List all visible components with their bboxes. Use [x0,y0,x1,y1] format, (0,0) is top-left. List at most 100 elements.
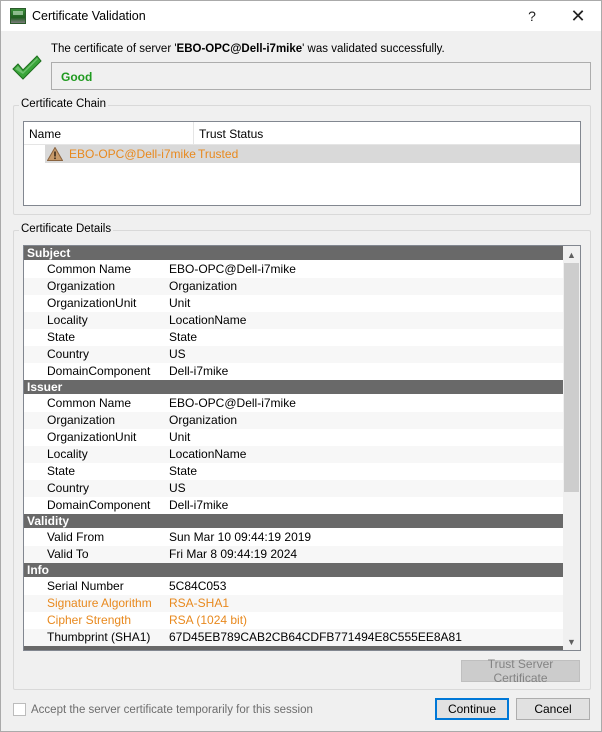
detail-key: Locality [47,313,88,327]
scroll-thumb[interactable] [564,263,579,492]
detail-row[interactable]: Thumbprint (SHA1) 67D45EB789CAB2CB64CDFB7… [24,629,563,646]
detail-key: DomainComponent [47,498,151,512]
detail-key: Country [47,481,90,495]
detail-row[interactable]: OrganizationUnit Unit [24,295,563,312]
detail-key: Common Name [47,396,132,410]
detail-value: Organization [169,413,238,427]
detail-row[interactable]: OrganizationUnit Unit [24,429,563,446]
server-name: EBO-OPC@Dell-i7mike [176,43,303,55]
detail-row[interactable]: DomainComponent Dell-i7mike [24,497,563,514]
section-header-validity[interactable]: Validity [24,514,563,529]
column-separator[interactable] [193,122,194,144]
section-header-issuer[interactable]: Issuer [24,380,563,395]
detail-row[interactable]: Common Name EBO-OPC@Dell-i7mike [24,261,563,278]
detail-key: OrganizationUnit [47,296,137,310]
detail-value: Unit [169,296,191,310]
title-bar: Certificate Validation ? ✕ [1,1,601,31]
checkmark-icon [12,55,42,80]
chain-list-header: Name Trust Status [24,122,580,145]
detail-value: LocationName [169,447,247,461]
app-icon [10,8,26,24]
detail-key: Signature Algorithm [47,596,152,610]
details-scrollbar[interactable]: ▲ ▼ [563,246,580,650]
status-text: Good [61,70,93,84]
detail-key: Organization [47,279,116,293]
section-header-partial[interactable] [24,646,563,650]
detail-value: EBO-OPC@Dell-i7mike [169,396,296,410]
accept-temporarily-option[interactable]: Accept the server certificate temporaril… [13,703,313,716]
detail-value: Organization [169,279,238,293]
certificate-validation-dialog: Certificate Validation ? ✕ The certifica… [0,0,602,732]
detail-row[interactable]: Valid From Sun Mar 10 09:44:19 2019 [24,529,563,546]
detail-key: State [47,464,76,478]
detail-key: Valid To [47,547,89,561]
detail-key: State [47,330,76,344]
detail-value: RSA (1024 bit) [169,613,248,627]
detail-value: Sun Mar 10 09:44:19 2019 [169,530,312,544]
certificate-chain-list[interactable]: Name Trust Status EBO-OPC@Dell-i7mike Tr… [23,121,581,206]
details-rows: Subject Common Name EBO-OPC@Dell-i7mike O… [24,246,563,650]
detail-row[interactable]: Organization Organization [24,412,563,429]
detail-key: Serial Number [47,579,124,593]
detail-value: US [169,347,186,361]
detail-key: Valid From [47,530,105,544]
detail-value: State [169,330,198,344]
detail-row[interactable]: Locality LocationName [24,312,563,329]
message-prefix: The certificate of server ' [51,43,177,55]
detail-row-warning[interactable]: Cipher Strength RSA (1024 bit) [24,612,563,629]
detail-row[interactable]: Country US [24,480,563,497]
detail-key: Common Name [47,262,132,276]
accept-temporarily-checkbox[interactable] [13,703,26,716]
detail-value: US [169,481,186,495]
detail-row[interactable]: State State [24,329,563,346]
detail-key: Country [47,347,90,361]
trust-server-certificate-button[interactable]: Trust Server Certificate [461,657,580,685]
detail-row[interactable]: Common Name EBO-OPC@Dell-i7mike [24,395,563,412]
detail-key: Locality [47,447,88,461]
detail-row[interactable]: DomainComponent Dell-i7mike [24,363,563,380]
detail-value: 5C84C053 [169,579,227,593]
warning-icon [47,147,63,161]
status-box: Good [51,62,591,90]
scroll-up-icon[interactable]: ▲ [563,246,580,263]
help-button[interactable]: ? [509,1,555,31]
message-suffix: ' was validated successfully. [302,43,445,55]
certificate-details-grid[interactable]: Subject Common Name EBO-OPC@Dell-i7mike O… [23,245,581,651]
cancel-button[interactable]: Cancel [516,698,590,720]
detail-key: Cipher Strength [47,613,132,627]
chain-row[interactable]: EBO-OPC@Dell-i7mike Trusted [45,145,580,163]
detail-value: State [169,464,198,478]
detail-value: Unit [169,430,191,444]
chain-row-trust-status: Trusted [198,147,239,161]
column-header-name[interactable]: Name [29,127,61,141]
continue-button[interactable]: Continue [435,698,509,720]
column-header-trust-status[interactable]: Trust Status [199,127,263,141]
detail-value: RSA-SHA1 [169,596,230,610]
close-button[interactable]: ✕ [555,1,601,31]
certificate-details-title: Certificate Details [19,223,114,235]
detail-row[interactable]: Valid To Fri Mar 8 09:44:19 2024 [24,546,563,563]
window-title: Certificate Validation [32,9,146,23]
detail-row[interactable]: Locality LocationName [24,446,563,463]
detail-value: LocationName [169,313,247,327]
detail-row[interactable]: Country US [24,346,563,363]
detail-value: Fri Mar 8 09:44:19 2024 [169,547,298,561]
section-header-subject[interactable]: Subject [24,246,563,261]
detail-row[interactable]: Serial Number 5C84C053 [24,578,563,595]
certificate-chain-title: Certificate Chain [19,98,109,110]
accept-temporarily-label[interactable]: Accept the server certificate temporaril… [31,704,313,716]
detail-value: Dell-i7mike [169,498,229,512]
scroll-down-icon[interactable]: ▼ [563,633,580,650]
detail-value: 67D45EB789CAB2CB64CDFB771494E8C555EE8A81 [169,630,462,644]
detail-value: Dell-i7mike [169,364,229,378]
detail-row[interactable]: State State [24,463,563,480]
detail-key: Thumbprint (SHA1) [47,630,151,644]
detail-value: EBO-OPC@Dell-i7mike [169,262,296,276]
detail-row[interactable]: Organization Organization [24,278,563,295]
detail-key: Organization [47,413,116,427]
detail-row-warning[interactable]: Signature Algorithm RSA-SHA1 [24,595,563,612]
detail-key: OrganizationUnit [47,430,137,444]
validation-message: The certificate of server 'EBO-OPC@Dell-… [51,43,445,55]
detail-key: DomainComponent [47,364,151,378]
section-header-info[interactable]: Info [24,563,563,578]
